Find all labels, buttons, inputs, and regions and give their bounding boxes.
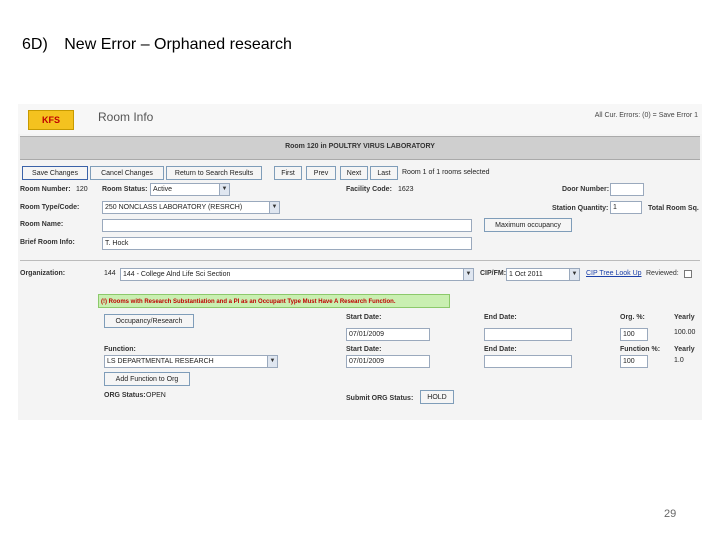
function-pct-input[interactable]: 100 bbox=[620, 355, 648, 368]
door-number-input[interactable] bbox=[610, 183, 644, 196]
document-title: Room Info bbox=[98, 110, 154, 124]
room-type-label: Room Type/Code: bbox=[20, 204, 80, 211]
function-start-date-label: Start Date: bbox=[346, 346, 382, 353]
room-number-value: 120 bbox=[76, 186, 88, 193]
function-yearly-label: Yearly bbox=[674, 346, 695, 353]
total-room-sq-label: Total Room Sq. bbox=[648, 205, 699, 212]
brief-room-info-label: Brief Room Info: bbox=[20, 239, 75, 246]
cip-label: CIP/FM: bbox=[480, 270, 507, 277]
room-number-label: Room Number: bbox=[20, 186, 71, 193]
end-date-label: End Date: bbox=[484, 314, 517, 321]
room-status-value: Active bbox=[153, 186, 173, 193]
station-quantity-input[interactable]: 1 bbox=[610, 201, 642, 214]
first-button[interactable]: First bbox=[274, 166, 302, 180]
slide-title: 6D) New Error – Orphaned research bbox=[22, 36, 292, 54]
app-topbar: KFS Room Info All Cur. Errors: (0) = Sav… bbox=[18, 104, 702, 134]
organization-value: 144 - College Alnd Life Sci Section bbox=[123, 271, 231, 278]
station-quantity-label: Station Quantity: bbox=[552, 205, 609, 212]
organization-code: 144 bbox=[104, 270, 116, 277]
function-value: LS DEPARTMENTAL RESEARCH bbox=[107, 358, 214, 365]
reviewed-checkbox[interactable] bbox=[684, 270, 692, 278]
chevron-down-icon: ▼ bbox=[219, 184, 229, 195]
last-button[interactable]: Last bbox=[370, 166, 398, 180]
page-number: 29 bbox=[664, 508, 677, 520]
function-start-date-input[interactable]: 07/01/2009 bbox=[346, 355, 430, 368]
slide-number: 6D) bbox=[22, 36, 48, 53]
end-date-input[interactable] bbox=[484, 328, 572, 341]
room-name-label: Room Name: bbox=[20, 221, 64, 228]
prev-button[interactable]: Prev bbox=[306, 166, 336, 180]
next-button[interactable]: Next bbox=[340, 166, 368, 180]
org-status-label: ORG Status: bbox=[104, 392, 146, 399]
function-pct-label: Function %: bbox=[620, 346, 661, 353]
app-screenshot: KFS Room Info All Cur. Errors: (0) = Sav… bbox=[18, 104, 702, 420]
door-number-label: Door Number: bbox=[562, 186, 610, 193]
start-date-input[interactable]: 07/01/2009 bbox=[346, 328, 430, 341]
add-function-to-org-button[interactable]: Add Function to Org bbox=[104, 372, 190, 386]
room-type-value: 250 NONCLASS LABORATORY (RESRCH) bbox=[105, 204, 243, 211]
organization-select[interactable]: 144 - College Alnd Life Sci Section ▼ bbox=[120, 268, 474, 281]
slide-heading: New Error – Orphaned research bbox=[64, 36, 292, 53]
org-status-value: OPEN bbox=[146, 392, 166, 399]
room-type-select[interactable]: 250 NONCLASS LABORATORY (RESRCH) ▼ bbox=[102, 201, 280, 214]
brief-room-info-input[interactable]: T. Hock bbox=[102, 237, 472, 250]
chevron-down-icon: ▼ bbox=[569, 269, 579, 280]
room-header-title: Room 120 in POULTRY VIRUS LABORATORY bbox=[285, 143, 435, 150]
occupancy-research-button[interactable]: Occupancy/Research bbox=[104, 314, 194, 328]
section-divider bbox=[20, 260, 700, 261]
facility-code-value: 1623 bbox=[398, 186, 414, 193]
reviewed-label: Reviewed: bbox=[646, 270, 679, 277]
facility-code-label: Facility Code: bbox=[346, 186, 392, 193]
chevron-down-icon: ▼ bbox=[269, 202, 279, 213]
function-label: Function: bbox=[104, 346, 136, 353]
room-status-label: Room Status: bbox=[102, 186, 148, 193]
room-header-band: Room 120 in POULTRY VIRUS LABORATORY bbox=[20, 136, 700, 160]
room-name-input[interactable] bbox=[102, 219, 472, 232]
research-function-warning: (!) Rooms with Research Substantiation a… bbox=[98, 294, 450, 308]
cip-value: 1 Oct 2011 bbox=[509, 271, 543, 278]
return-to-search-button[interactable]: Return to Search Results bbox=[166, 166, 262, 180]
yearly-label: Yearly bbox=[674, 314, 695, 321]
chevron-down-icon: ▼ bbox=[267, 356, 277, 367]
cip-tree-lookup-link[interactable]: CIP Tree Look Up bbox=[586, 270, 642, 277]
cancel-changes-button[interactable]: Cancel Changes bbox=[90, 166, 164, 180]
selection-info: Room 1 of 1 rooms selected bbox=[402, 169, 490, 176]
error-summary: All Cur. Errors: (0) = Save Error 1 bbox=[594, 112, 698, 119]
organization-label: Organization: bbox=[20, 270, 66, 277]
save-changes-button[interactable]: Save Changes bbox=[22, 166, 88, 180]
function-end-date-input[interactable] bbox=[484, 355, 572, 368]
function-select[interactable]: LS DEPARTMENTAL RESEARCH ▼ bbox=[104, 355, 278, 368]
maximum-occupancy-button[interactable]: Maximum occupancy bbox=[484, 218, 572, 232]
start-date-label: Start Date: bbox=[346, 314, 382, 321]
room-status-select[interactable]: Active ▼ bbox=[150, 183, 230, 196]
yearly-value: 100.00 bbox=[674, 329, 696, 336]
chevron-down-icon: ▼ bbox=[463, 269, 473, 280]
hold-button[interactable]: HOLD bbox=[420, 390, 454, 404]
function-yearly-value: 1.0 bbox=[674, 357, 684, 364]
kfs-logo: KFS bbox=[28, 110, 74, 130]
submit-org-status-label: Submit ORG Status: bbox=[346, 395, 414, 402]
org-pct-input[interactable]: 100 bbox=[620, 328, 648, 341]
cip-select[interactable]: 1 Oct 2011 ▼ bbox=[506, 268, 580, 281]
org-pct-label: Org. %: bbox=[620, 314, 645, 321]
function-end-date-label: End Date: bbox=[484, 346, 517, 353]
